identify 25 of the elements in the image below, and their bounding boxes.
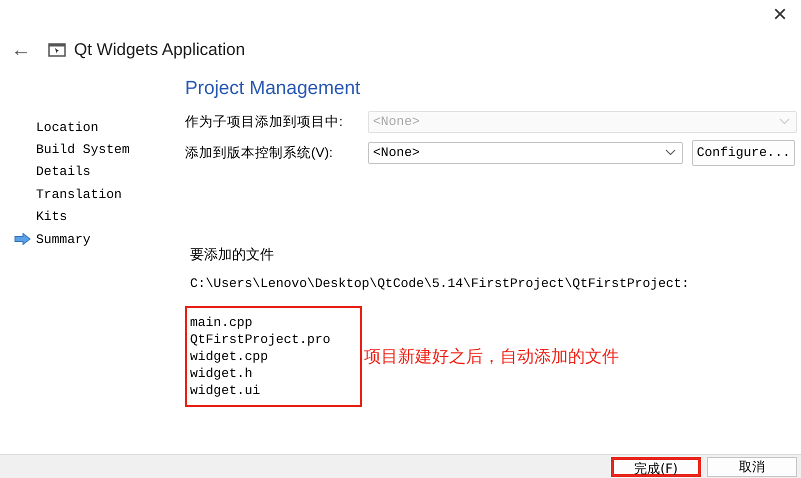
field-label: 添加到版本控制系统(V): xyxy=(185,144,334,162)
step-item[interactable]: Translation xyxy=(36,186,122,202)
files-label: 要添加的文件 xyxy=(190,246,275,264)
field-label: 作为子项目添加到项目中: xyxy=(185,112,344,130)
window-icon xyxy=(48,43,66,57)
file-name: widget.cpp xyxy=(190,348,270,365)
close-button[interactable]: × xyxy=(768,0,791,30)
dialog-button[interactable]: 完成(F) xyxy=(611,457,701,477)
dialog-button[interactable]: 取消 xyxy=(707,457,797,477)
window-title: Qt Widgets Application xyxy=(74,40,246,60)
back-button[interactable]: ← xyxy=(6,38,36,62)
configure-button[interactable]: Configure... xyxy=(692,140,795,166)
step-item[interactable]: Kits xyxy=(36,209,68,224)
page-heading: Project Management xyxy=(185,78,362,101)
combo-box[interactable]: <None> xyxy=(368,142,683,164)
step-item[interactable]: Build System xyxy=(36,142,130,158)
step-item[interactable]: Location xyxy=(36,120,98,135)
file-name: QtFirstProject.pro xyxy=(190,331,332,348)
step-item[interactable]: Summary xyxy=(36,232,91,247)
file-name: main.cpp xyxy=(190,314,254,331)
step-item[interactable]: Details xyxy=(36,164,91,180)
annotation-text: 项目新建好之后，自动添加的文件 xyxy=(364,346,619,368)
file-name: widget.ui xyxy=(190,382,262,399)
file-name: widget.h xyxy=(190,365,254,382)
project-path: C:\Users\Lenovo\Desktop\QtCode\5.14\FirstProject\QtFirstProject: xyxy=(190,276,690,293)
